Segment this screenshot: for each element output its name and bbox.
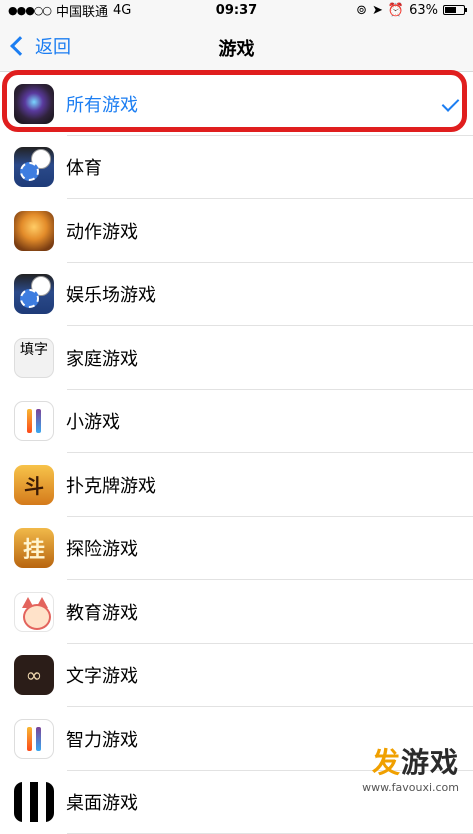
list-item-action-games[interactable]: 动作游戏	[0, 199, 473, 263]
infinity-icon: ∞	[14, 655, 54, 695]
list-item-label: 教育游戏	[66, 599, 138, 625]
list-item-label: 家庭游戏	[66, 345, 138, 371]
watermark: 发游戏 www.favouxi.com	[362, 741, 459, 794]
list-item-mini-games[interactable]: 小游戏	[0, 390, 473, 454]
list-item-label: 探险游戏	[66, 535, 138, 561]
list-item-casino-games[interactable]: 娱乐场游戏	[0, 263, 473, 327]
battery-level-fill	[445, 7, 456, 13]
list-item-family-games[interactable]: 填字 家庭游戏	[0, 326, 473, 390]
battery-icon	[443, 5, 465, 15]
status-bar: ●●●○○ 中国联通 4G 09:37 ⊚ ➤ ⏰ 63%	[0, 0, 473, 20]
page-title: 游戏	[0, 35, 473, 61]
ios11-icon	[14, 401, 54, 441]
alarm-icon: ⏰	[388, 3, 404, 18]
adventure-games-icon: 挂	[14, 528, 54, 568]
educational-games-icon	[14, 592, 54, 632]
list-item-label: 智力游戏	[66, 726, 138, 752]
watermark-site: www.favouxi.com	[362, 781, 459, 794]
list-item-label: 体育	[66, 154, 102, 180]
location-arrow-icon: ➤	[372, 3, 383, 18]
family-games-icon: 填字	[14, 338, 54, 378]
list-item-label: 文字游戏	[66, 662, 138, 688]
ios11-icon	[14, 719, 54, 759]
navigation-bar: 返回 游戏	[0, 20, 473, 72]
list-item-word-games[interactable]: ∞ 文字游戏	[0, 644, 473, 708]
sports-icon	[14, 147, 54, 187]
carrier-name: 中国联通	[56, 1, 108, 20]
list-item-label: 小游戏	[66, 408, 120, 434]
casino-games-icon	[14, 274, 54, 314]
list-item-label: 所有游戏	[66, 91, 138, 117]
list-item-poker-games[interactable]: 斗 扑克牌游戏	[0, 453, 473, 517]
battery-percent: 63%	[409, 3, 438, 18]
desktop-games-icon	[14, 782, 54, 822]
rotation-lock-icon: ⊚	[356, 3, 367, 18]
list-item-adventure-games[interactable]: 挂 探险游戏	[0, 517, 473, 581]
watermark-title: 发游戏	[362, 741, 459, 781]
list-item-label: 娱乐场游戏	[66, 281, 156, 307]
signal-strength-icon: ●●●○○	[8, 4, 51, 17]
network-type: 4G	[113, 3, 131, 18]
list-item-label: 桌面游戏	[66, 789, 138, 815]
list-item-label: 动作游戏	[66, 218, 138, 244]
list-item-label: 扑克牌游戏	[66, 472, 156, 498]
action-games-icon	[14, 211, 54, 251]
all-games-icon	[14, 84, 54, 124]
list-item-all-games[interactable]: 所有游戏	[0, 72, 473, 136]
list-item-educational-games[interactable]: 教育游戏	[0, 580, 473, 644]
games-category-list: 所有游戏 体育 动作游戏 娱乐场游戏 填字 家庭游戏 小游戏 斗 扑克牌游戏 挂…	[0, 72, 473, 834]
checkmark-icon	[442, 94, 460, 112]
list-item-sports[interactable]: 体育	[0, 136, 473, 200]
poker-games-icon: 斗	[14, 465, 54, 505]
